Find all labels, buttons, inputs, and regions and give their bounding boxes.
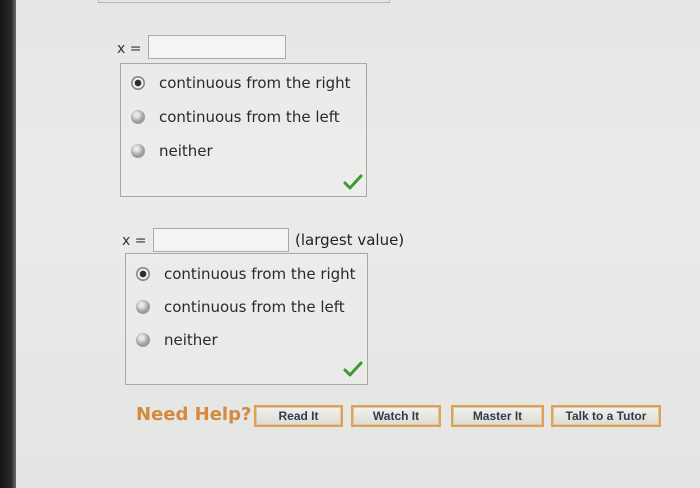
- option-label: continuous from the left: [159, 108, 340, 126]
- previous-question-box: [98, 0, 390, 3]
- part2-x-label: x =: [122, 233, 147, 249]
- part1-option-neither[interactable]: neither: [121, 138, 366, 164]
- radio-unselected-icon[interactable]: [131, 110, 145, 124]
- part1-option-left[interactable]: continuous from the left: [121, 104, 366, 130]
- part2-options-box: continuous from the right continuous fro…: [125, 253, 368, 385]
- master-it-button[interactable]: Master It: [451, 405, 544, 427]
- part2-option-left[interactable]: continuous from the left: [126, 294, 367, 320]
- option-label: neither: [164, 331, 218, 349]
- option-label: continuous from the left: [164, 298, 345, 316]
- radio-selected-icon[interactable]: [136, 267, 150, 281]
- part1-option-right[interactable]: continuous from the right: [121, 70, 366, 96]
- option-label: continuous from the right: [164, 265, 356, 283]
- read-it-button[interactable]: Read It: [254, 405, 343, 427]
- part2-option-neither[interactable]: neither: [126, 327, 367, 353]
- watch-it-button[interactable]: Watch It: [351, 405, 441, 427]
- radio-selected-icon[interactable]: [131, 76, 145, 90]
- radio-unselected-icon[interactable]: [131, 144, 145, 158]
- option-label: neither: [159, 142, 213, 160]
- part1-answer-input[interactable]: [148, 35, 286, 59]
- need-help-label: Need Help?: [136, 404, 252, 425]
- talk-to-tutor-button[interactable]: Talk to a Tutor: [551, 405, 661, 427]
- checkmark-icon: [343, 361, 363, 377]
- part1-x-label: x =: [117, 41, 142, 57]
- part1-options-box: continuous from the right continuous fro…: [120, 63, 367, 197]
- part2-answer-input[interactable]: [153, 228, 289, 252]
- screen-bezel: [0, 0, 16, 488]
- part2-option-right[interactable]: continuous from the right: [126, 261, 367, 287]
- radio-unselected-icon[interactable]: [136, 333, 150, 347]
- largest-value-label: (largest value): [295, 231, 405, 249]
- option-label: continuous from the right: [159, 74, 351, 92]
- radio-unselected-icon[interactable]: [136, 300, 150, 314]
- checkmark-icon: [343, 174, 363, 190]
